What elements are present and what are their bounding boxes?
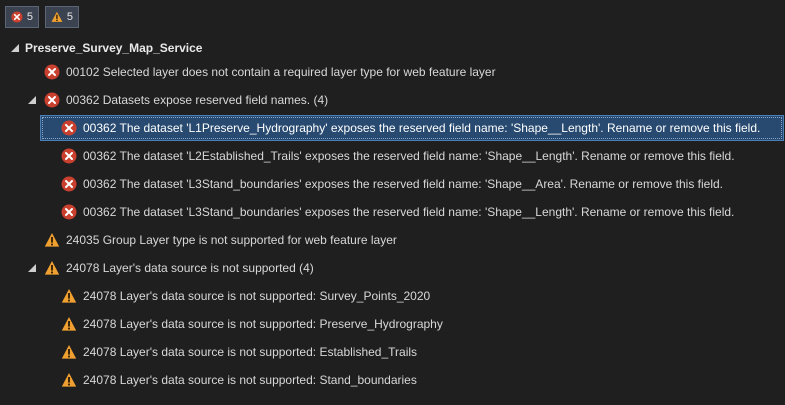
tree-root-item[interactable]: Preserve_Survey_Map_Service (0, 36, 785, 60)
message-text: 24078 Layer's data source is not support… (83, 317, 443, 331)
message-text: 00362 The dataset 'L3Stand_boundaries' e… (83, 177, 724, 191)
warnings-count: 5 (66, 11, 73, 23)
message-text: 24078 Layer's data source is not support… (83, 345, 418, 359)
error-icon (44, 64, 60, 80)
message-text: 00102 Selected layer does not contain a … (66, 65, 496, 79)
message-text: 00362 Datasets expose reserved field nam… (66, 93, 329, 107)
message-text: 00362 The dataset 'L1Preserve_Hydrograph… (83, 121, 761, 135)
root-label: Preserve_Survey_Map_Service (25, 41, 203, 55)
warning-icon (61, 345, 77, 359)
collapse-chevron-icon[interactable] (27, 95, 37, 105)
message-item[interactable]: 24078 Layer's data source is not support… (0, 340, 785, 364)
message-item[interactable]: 24078 Layer's data source is not support… (0, 368, 785, 392)
message-item[interactable]: 24035 Group Layer type is not supported … (0, 228, 785, 252)
error-icon (61, 176, 77, 192)
collapse-chevron-icon[interactable] (10, 43, 20, 53)
message-text: 24035 Group Layer type is not supported … (66, 233, 397, 247)
message-text: 00362 The dataset 'L3Stand_boundaries' e… (83, 205, 735, 219)
collapse-chevron-icon[interactable] (27, 263, 37, 273)
warning-icon (51, 11, 63, 22)
error-icon (61, 204, 77, 220)
errors-filter-button[interactable]: 5 (5, 6, 39, 28)
message-text: 24078 Layer's data source is not support… (66, 261, 314, 275)
message-item[interactable]: 00362 The dataset 'L3Stand_boundaries' e… (0, 200, 785, 224)
error-icon (11, 11, 23, 23)
message-item[interactable]: 00362 The dataset 'L3Stand_boundaries' e… (0, 172, 785, 196)
warning-icon (61, 317, 77, 331)
toolbar: 5 5 (0, 0, 785, 36)
message-item-selected[interactable]: 00362 The dataset 'L1Preserve_Hydrograph… (0, 116, 785, 140)
message-item[interactable]: 24078 Layer's data source is not support… (0, 284, 785, 308)
errors-count: 5 (26, 11, 33, 23)
message-group-item[interactable]: 00362 Datasets expose reserved field nam… (0, 88, 785, 112)
error-icon (61, 120, 77, 136)
error-icon (44, 92, 60, 108)
warning-icon (44, 233, 60, 247)
error-icon (61, 148, 77, 164)
message-item[interactable]: 00102 Selected layer does not contain a … (0, 60, 785, 84)
warnings-filter-button[interactable]: 5 (45, 6, 79, 28)
message-text: 24078 Layer's data source is not support… (83, 289, 431, 303)
message-text: 24078 Layer's data source is not support… (83, 373, 417, 387)
warning-icon (61, 289, 77, 303)
warning-icon (44, 261, 60, 275)
message-group-item[interactable]: 24078 Layer's data source is not support… (0, 256, 785, 280)
warning-icon (61, 373, 77, 387)
message-item[interactable]: 00362 The dataset 'L2Established_Trails'… (0, 144, 785, 168)
message-item[interactable]: 24078 Layer's data source is not support… (0, 312, 785, 336)
message-text: 00362 The dataset 'L2Established_Trails'… (83, 149, 735, 163)
